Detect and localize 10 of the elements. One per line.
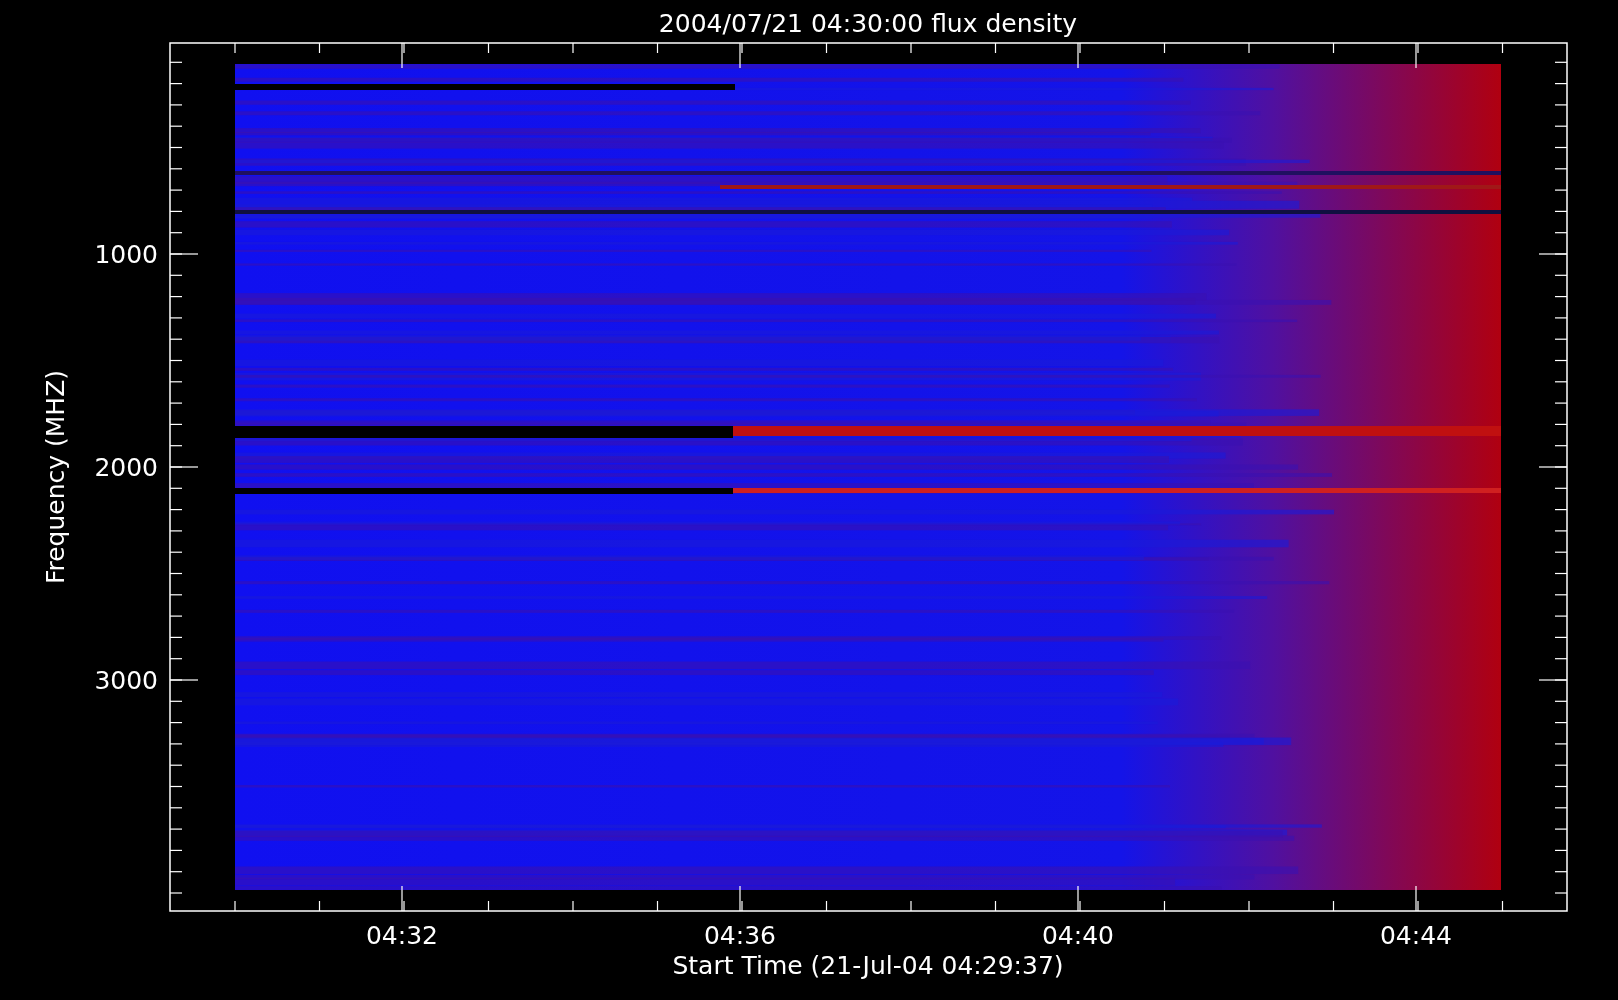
y-tick-label: 1000 <box>94 240 158 269</box>
x-tick-label: 04:32 <box>366 921 438 950</box>
y-axis-label: Frequency (MHZ) <box>41 369 70 585</box>
x-tick-label: 04:40 <box>1042 921 1114 950</box>
chart-title: 2004/07/21 04:30:00 flux density <box>658 9 1078 38</box>
x-tick-label: 04:44 <box>1380 921 1452 950</box>
y-tick-label: 3000 <box>94 666 158 695</box>
y-tick-label: 2000 <box>94 453 158 482</box>
x-axis-label: Start Time (21-Jul-04 04:29:37) <box>672 951 1064 980</box>
x-tick-label: 04:36 <box>704 921 776 950</box>
